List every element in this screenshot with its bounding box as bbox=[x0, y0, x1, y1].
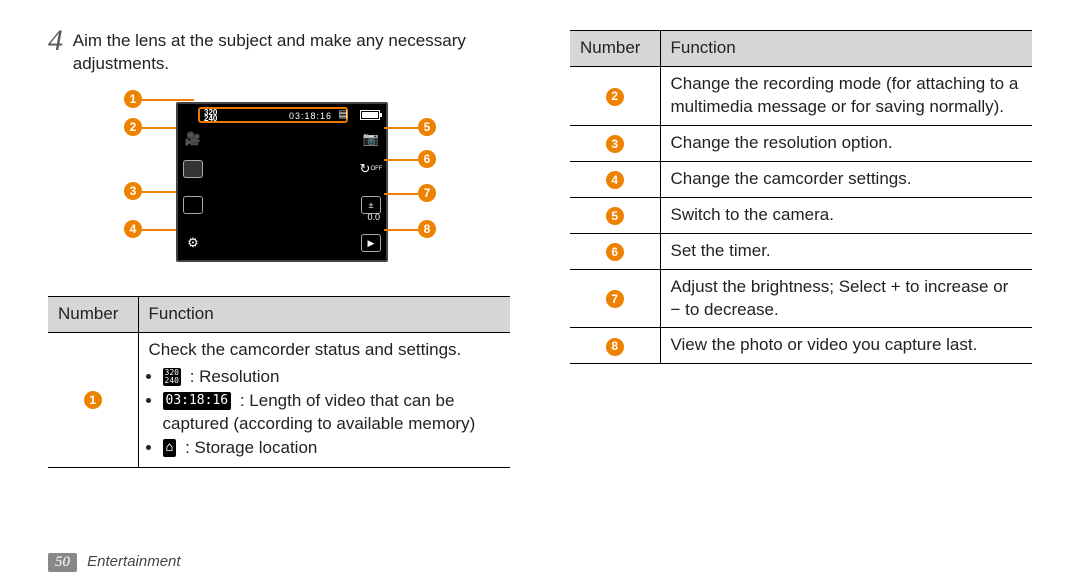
row-text: Adjust the brightness; Select + to incre… bbox=[660, 269, 1032, 328]
ev-value: 0.0 bbox=[367, 212, 380, 222]
table-row: 1 Check the camcorder status and setting… bbox=[48, 332, 510, 467]
table-row: 2 Change the recording mode (for attachi… bbox=[570, 66, 1032, 125]
row-text: Change the recording mode (for attaching… bbox=[660, 66, 1032, 125]
table-row: 8 View the photo or video you capture la… bbox=[570, 328, 1032, 364]
list-item: 320240 : Resolution bbox=[163, 366, 501, 389]
row-text: Change the resolution option. bbox=[660, 125, 1032, 161]
list-item: 03:18:16 : Length of video that can be c… bbox=[163, 390, 501, 436]
row-badge: 6 bbox=[606, 243, 624, 261]
time-icon-inline: 03:18:16 bbox=[163, 392, 232, 410]
resolution-icon-inline: 320240 bbox=[163, 368, 181, 386]
callout-1: 1 bbox=[124, 90, 142, 108]
resolution-indicator: 320240 bbox=[204, 110, 217, 122]
row-badge: 5 bbox=[606, 207, 624, 225]
step-number: 4 bbox=[48, 24, 73, 58]
callout-3: 3 bbox=[124, 182, 142, 200]
header-function: Function bbox=[660, 31, 1032, 67]
section-name: Entertainment bbox=[87, 553, 180, 570]
step-4: 4 Aim the lens at the subject and make a… bbox=[48, 30, 510, 76]
callout-7: 7 bbox=[418, 184, 436, 202]
row-1-content: Check the camcorder status and settings.… bbox=[138, 332, 510, 467]
row-badge: 8 bbox=[606, 338, 624, 356]
function-table-left: Number Function 1 Check the camcorder st… bbox=[48, 296, 510, 468]
table-row: 3 Change the resolution option. bbox=[570, 125, 1032, 161]
row-text: Set the timer. bbox=[660, 233, 1032, 269]
camcorder-diagram: 320240 03:18:16 ▤ 🎥 ⚙ 📷 ↻OFF ± 0.0 ▶ bbox=[120, 92, 440, 282]
row-badge: 2 bbox=[606, 88, 624, 106]
switch-camera-icon: 📷 bbox=[360, 128, 382, 150]
row-badge-1: 1 bbox=[84, 391, 102, 409]
left-column: 4 Aim the lens at the subject and make a… bbox=[48, 30, 510, 468]
resolution-icon bbox=[182, 194, 204, 216]
record-time-indicator: 03:18:16 bbox=[289, 111, 332, 121]
camcorder-screen: 320240 03:18:16 ▤ 🎥 ⚙ 📷 ↻OFF ± 0.0 ▶ bbox=[176, 102, 388, 262]
table-row: 6 Set the timer. bbox=[570, 233, 1032, 269]
callout-5: 5 bbox=[418, 118, 436, 136]
table-row: 7 Adjust the brightness; Select + to inc… bbox=[570, 269, 1032, 328]
storage-icon: ▤ bbox=[339, 109, 348, 120]
storage-icon-inline: ⌂ bbox=[163, 439, 177, 457]
callout-8: 8 bbox=[418, 220, 436, 238]
table-header-row: Number Function bbox=[48, 296, 510, 332]
row-badge: 3 bbox=[606, 135, 624, 153]
function-table-right: Number Function 2 Change the recording m… bbox=[570, 30, 1032, 364]
table-row: 4 Change the camcorder settings. bbox=[570, 161, 1032, 197]
header-number: Number bbox=[48, 296, 138, 332]
page-number: 50 bbox=[48, 553, 77, 572]
row-text: Change the camcorder settings. bbox=[660, 161, 1032, 197]
row-badge: 4 bbox=[606, 171, 624, 189]
settings-icon: ⚙ bbox=[182, 232, 204, 254]
blank-icon bbox=[182, 158, 204, 180]
step-text: Aim the lens at the subject and make any… bbox=[73, 30, 510, 76]
table-row: 5 Switch to the camera. bbox=[570, 197, 1032, 233]
callout-6: 6 bbox=[418, 150, 436, 168]
row-text: Switch to the camera. bbox=[660, 197, 1032, 233]
callout-2: 2 bbox=[124, 118, 142, 136]
timer-icon: ↻OFF bbox=[360, 158, 382, 180]
manual-page: 4 Aim the lens at the subject and make a… bbox=[0, 0, 1080, 586]
header-function: Function bbox=[138, 296, 510, 332]
row-badge: 7 bbox=[606, 290, 624, 308]
header-number: Number bbox=[570, 31, 660, 67]
mode-icon: 🎥 bbox=[182, 128, 204, 150]
battery-icon bbox=[360, 110, 380, 120]
page-footer: 50 Entertainment bbox=[48, 553, 181, 572]
row-1-lead: Check the camcorder status and settings. bbox=[149, 340, 462, 359]
list-item: ⌂ : Storage location bbox=[163, 437, 501, 460]
row-text: View the photo or video you capture last… bbox=[660, 328, 1032, 364]
gallery-icon: ▶ bbox=[360, 232, 382, 254]
table-header-row: Number Function bbox=[570, 31, 1032, 67]
right-column: Number Function 2 Change the recording m… bbox=[570, 30, 1032, 468]
callout-4: 4 bbox=[124, 220, 142, 238]
